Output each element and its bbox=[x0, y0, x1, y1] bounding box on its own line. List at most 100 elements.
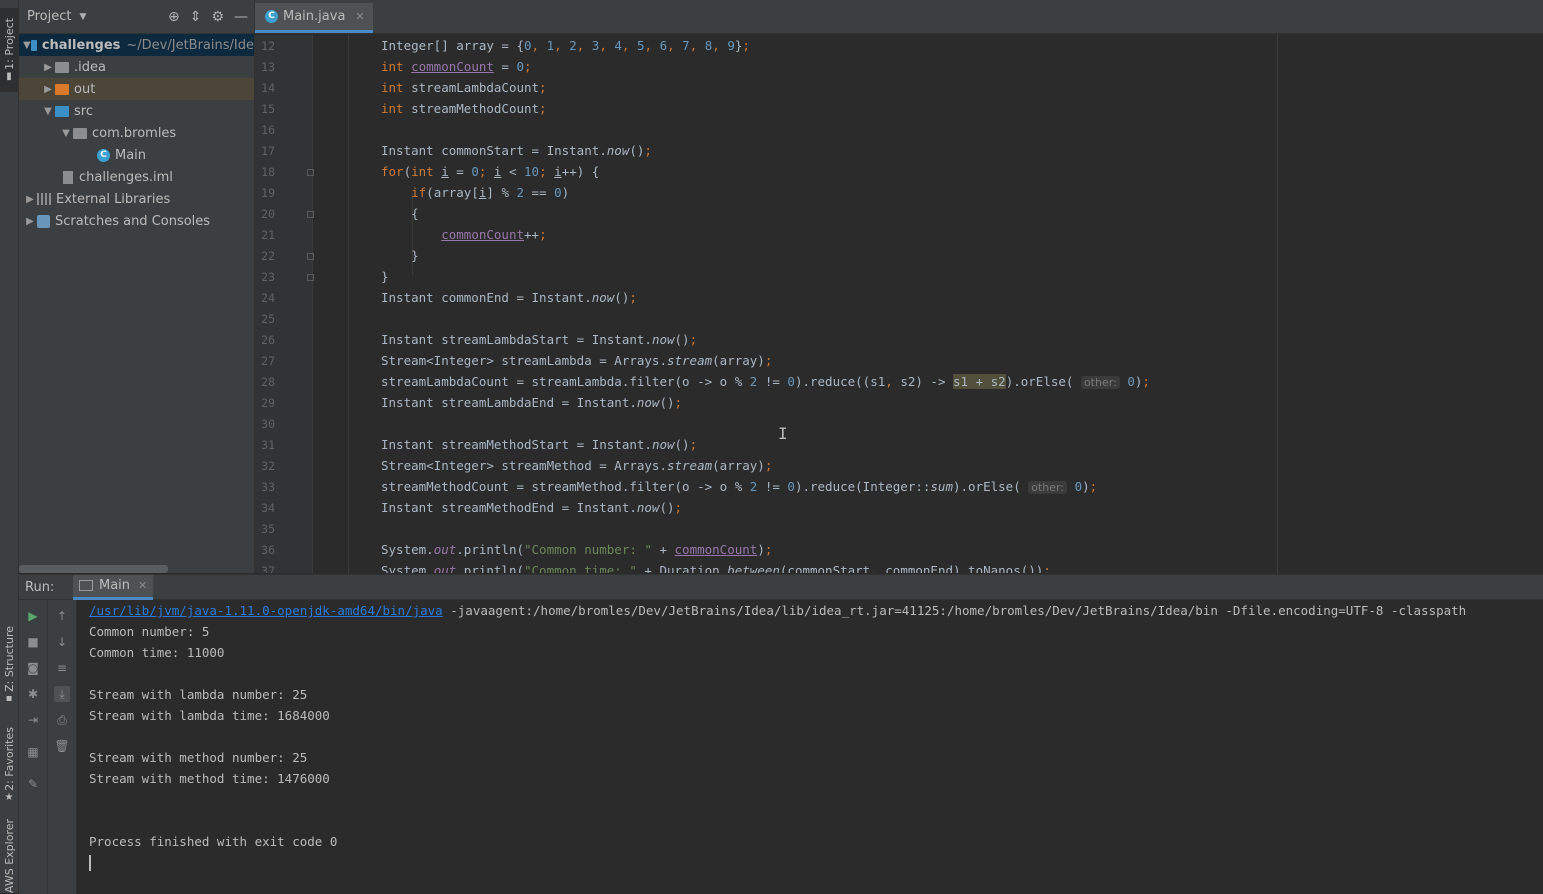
line-number: 30 bbox=[261, 417, 275, 431]
tree-item-package[interactable]: ▼ com.bromles bbox=[19, 122, 254, 144]
code-line: int streamMethodCount; bbox=[381, 101, 547, 116]
code-area[interactable]: 12 13 14 15 16 17 18 19 20 21 22 23 24 2… bbox=[255, 35, 1543, 573]
line-gutter: 12 13 14 15 16 17 18 19 20 21 22 23 24 2… bbox=[255, 35, 314, 573]
run-panel: Run: Main ✕ ▶ ■ ◙ ✱ ⇥ ▦ ✎ ↑ ↓ ≡ ⤓ ⎙ 🗑 /u… bbox=[19, 574, 1543, 894]
console-line: Stream with method number: 25 bbox=[89, 750, 308, 765]
run-panel-header: Run: Main ✕ bbox=[19, 574, 1543, 600]
minimize-icon[interactable]: — bbox=[234, 9, 248, 25]
fold-marker-icon[interactable] bbox=[307, 169, 314, 176]
line-number: 19 bbox=[261, 186, 275, 200]
tool-tab-aws-explorer[interactable]: AWS Explorer bbox=[0, 819, 18, 894]
mouse-text-cursor-icon: I bbox=[778, 424, 788, 443]
code-line: commonCount++; bbox=[441, 227, 547, 242]
chevron-down-icon[interactable]: ▼ bbox=[79, 12, 86, 22]
tree-item-main[interactable]: C Main bbox=[19, 144, 254, 166]
editor-tab-bar: C Main.java ✕ bbox=[255, 0, 1543, 34]
code-line: Stream<Integer> streamLambda = Arrays.st… bbox=[381, 353, 773, 368]
chevron-right-icon[interactable]: ▶ bbox=[23, 194, 37, 205]
tree-item-path: ~/Dev/JetBrains/Ide bbox=[126, 37, 254, 53]
tab-label: Main.java bbox=[283, 9, 346, 24]
line-number: 15 bbox=[261, 102, 275, 116]
scratches-icon bbox=[37, 214, 50, 228]
close-icon[interactable]: ✕ bbox=[138, 579, 147, 592]
tree-item-label: Scratches and Consoles bbox=[55, 213, 211, 229]
gear-icon[interactable]: ⚙ bbox=[211, 9, 224, 25]
stop-icon[interactable]: ■ bbox=[25, 634, 41, 650]
trash-icon[interactable]: 🗑 bbox=[54, 738, 70, 754]
tool-tab-aws-label: AWS Explorer bbox=[2, 819, 16, 894]
line-number: 18 bbox=[261, 165, 275, 179]
layout-icon[interactable]: ▦ bbox=[25, 744, 41, 760]
left-tool-strip: 1: Project ▮ Z: Structure ▪ 2: Favorites… bbox=[0, 0, 19, 894]
run-toolbar-secondary: ↑ ↓ ≡ ⤓ ⎙ 🗑 bbox=[48, 600, 77, 894]
fold-marker-icon[interactable] bbox=[307, 211, 314, 218]
code-line: Stream<Integer> streamMethod = Arrays.st… bbox=[381, 458, 773, 473]
library-icon bbox=[37, 193, 51, 205]
tree-item-challenges[interactable]: ▼ challenges ~/Dev/JetBrains/Ide bbox=[19, 34, 254, 56]
chevron-right-icon[interactable]: ▶ bbox=[41, 84, 55, 95]
editor: C Main.java ✕ 12 13 14 15 16 17 18 19 20… bbox=[255, 0, 1543, 573]
scroll-to-end-icon[interactable]: ⤓ bbox=[54, 686, 70, 702]
project-view-selector[interactable]: Project bbox=[27, 9, 71, 24]
parameter-hint: other: bbox=[1028, 481, 1068, 494]
line-number: 13 bbox=[261, 60, 275, 74]
exit-icon[interactable]: ⇥ bbox=[25, 712, 41, 728]
chevron-down-icon[interactable]: ▼ bbox=[59, 128, 73, 139]
line-number: 12 bbox=[261, 39, 275, 53]
code-line: System.out.println("Common number: " + c… bbox=[381, 542, 773, 557]
java-class-icon: C bbox=[97, 148, 110, 162]
up-arrow-icon[interactable]: ↑ bbox=[54, 608, 70, 624]
line-number: 36 bbox=[261, 543, 275, 557]
tree-item-scratches[interactable]: ▶ Scratches and Consoles bbox=[19, 210, 254, 232]
debug-icon[interactable]: ✱ bbox=[25, 686, 41, 702]
rerun-icon[interactable]: ▶ bbox=[25, 608, 41, 624]
close-icon[interactable]: ✕ bbox=[355, 10, 364, 23]
fold-marker-icon[interactable] bbox=[307, 253, 314, 260]
run-tab-main[interactable]: Main ✕ bbox=[73, 574, 154, 600]
tab-main-java[interactable]: C Main.java ✕ bbox=[255, 3, 373, 33]
tree-item-iml[interactable]: challenges.iml bbox=[19, 166, 254, 188]
fold-marker-icon[interactable] bbox=[307, 274, 314, 281]
tree-item-out[interactable]: ▶ out bbox=[19, 78, 254, 100]
code-line: if(array[i] % 2 == 0) bbox=[411, 185, 570, 200]
java-path-link[interactable]: /usr/lib/jvm/java-1.11.0-openjdk-amd64/b… bbox=[89, 603, 443, 618]
console-line: Stream with lambda number: 25 bbox=[89, 687, 308, 702]
line-number: 17 bbox=[261, 144, 275, 158]
tree-item-external-libraries[interactable]: ▶ External Libraries bbox=[19, 188, 254, 210]
soft-wrap-icon[interactable]: ≡ bbox=[54, 660, 70, 676]
chevron-right-icon[interactable]: ▶ bbox=[41, 62, 55, 73]
project-panel-header: Project ▼ ⊕ ⇕ ⚙ — bbox=[19, 0, 254, 34]
java-class-icon: C bbox=[265, 10, 278, 23]
project-panel: Project ▼ ⊕ ⇕ ⚙ — ▼ challenges ~/Dev/Jet… bbox=[19, 0, 255, 573]
command-args: -javaagent:/home/bromles/Dev/JetBrains/I… bbox=[442, 603, 1467, 618]
tool-tab-structure[interactable]: Z: Structure ▪ bbox=[0, 620, 18, 710]
tree-item-label: challenges bbox=[41, 37, 121, 53]
tree-item-src[interactable]: ▼ src bbox=[19, 100, 254, 122]
collapse-all-icon[interactable]: ⇕ bbox=[190, 9, 202, 25]
console-output[interactable]: /usr/lib/jvm/java-1.11.0-openjdk-amd64/b… bbox=[89, 600, 1543, 894]
horizontal-scrollbar[interactable] bbox=[19, 565, 168, 573]
console-line: Stream with lambda time: 1684000 bbox=[89, 708, 330, 723]
chevron-down-icon[interactable]: ▼ bbox=[23, 40, 31, 51]
tool-tab-favorites[interactable]: 2: Favorites ★ bbox=[0, 720, 18, 810]
tree-item-idea[interactable]: ▶ .idea bbox=[19, 56, 254, 78]
tool-tab-project[interactable]: 1: Project ▮ bbox=[0, 8, 18, 92]
run-tab-label: Main bbox=[99, 578, 131, 593]
package-icon bbox=[73, 127, 87, 139]
code-line: Integer[] array = {0, 1, 2, 3, 4, 5, 6, … bbox=[381, 38, 750, 53]
module-file-icon bbox=[63, 170, 73, 184]
code-line: streamMethodCount = streamMethod.filter(… bbox=[381, 479, 1098, 494]
code-line: System.out.println("Common time: " + Dur… bbox=[381, 563, 1051, 573]
camera-icon[interactable]: ◙ bbox=[25, 660, 41, 676]
chevron-right-icon[interactable]: ▶ bbox=[23, 216, 37, 227]
down-arrow-icon[interactable]: ↓ bbox=[54, 634, 70, 650]
line-number: 37 bbox=[261, 564, 275, 573]
tool-tab-favorites-label: 2: Favorites bbox=[2, 727, 16, 791]
print-icon[interactable]: ⎙ bbox=[54, 712, 70, 728]
locate-icon[interactable]: ⊕ bbox=[168, 9, 180, 25]
tree-item-label: External Libraries bbox=[56, 191, 171, 207]
code-line: Instant streamMethodStart = Instant.now(… bbox=[381, 437, 698, 452]
line-number: 20 bbox=[261, 207, 275, 221]
chevron-down-icon[interactable]: ▼ bbox=[41, 106, 55, 117]
pin-icon[interactable]: ✎ bbox=[25, 776, 41, 792]
